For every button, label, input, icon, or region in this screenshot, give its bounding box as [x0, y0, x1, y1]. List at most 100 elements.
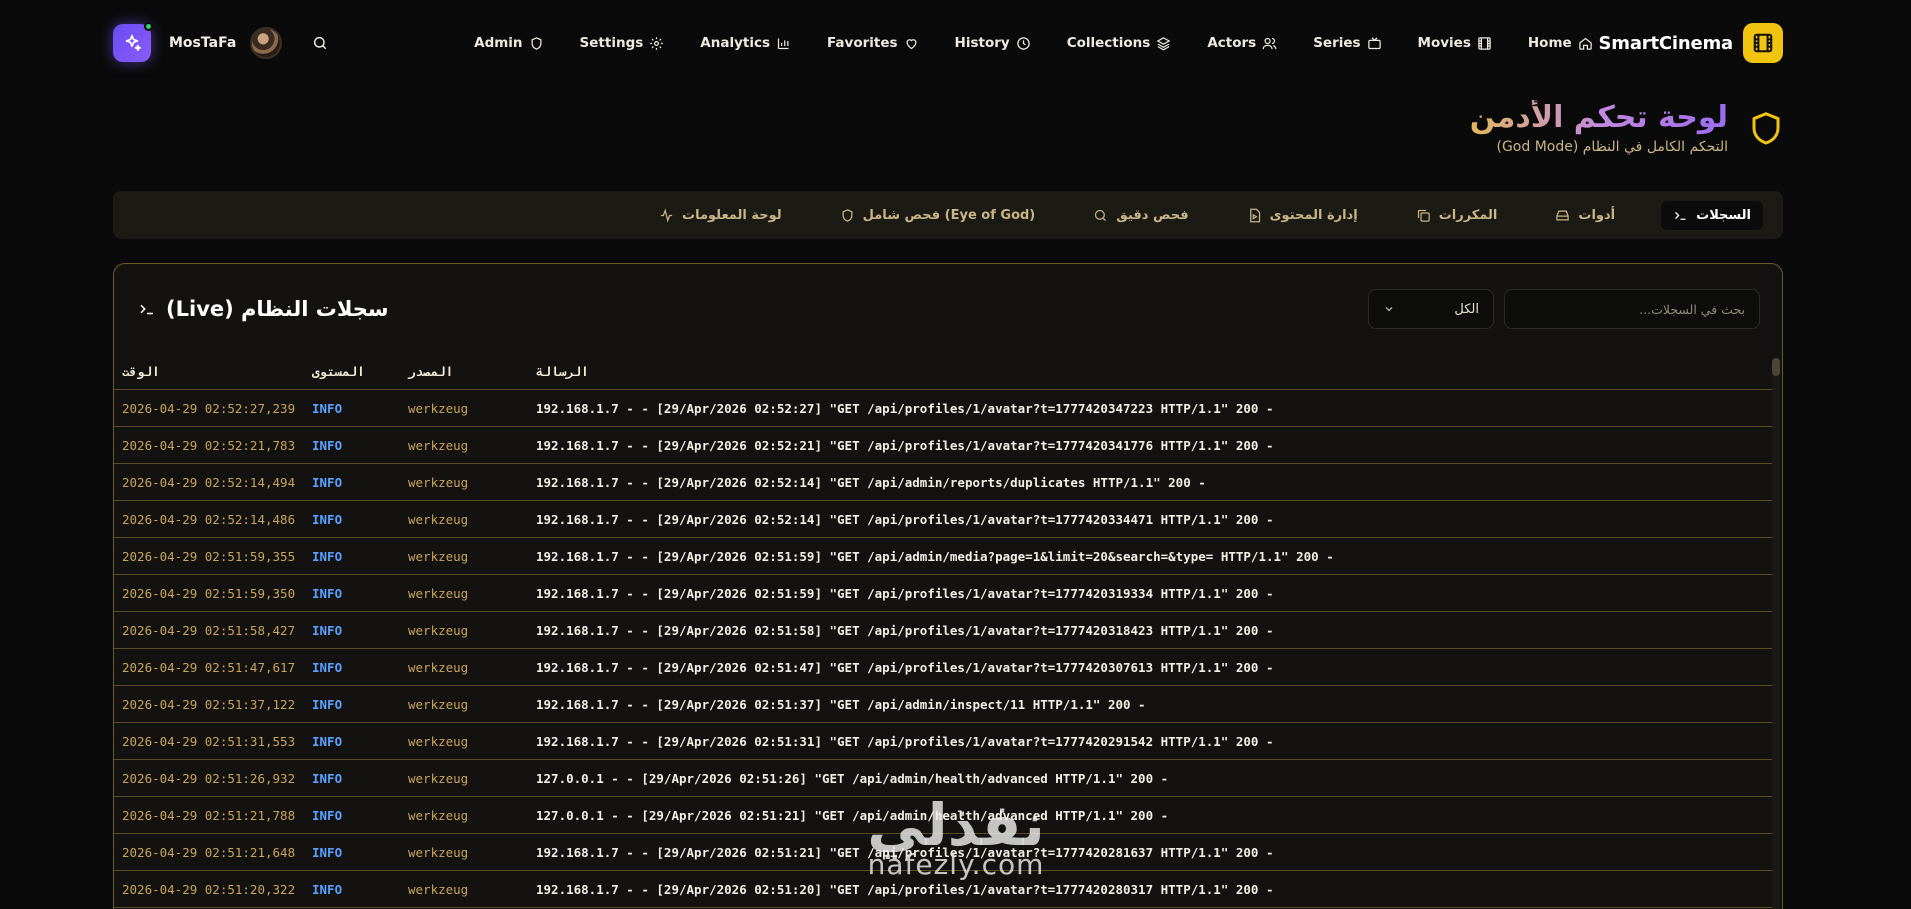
brand-logo: [1742, 23, 1783, 63]
terminal-icon: [1675, 211, 1686, 220]
avatar[interactable]: [250, 27, 283, 59]
table-row: 2026-04-29 02:51:26,932 INFO werkzeug 127.0…: [114, 760, 1774, 797]
log-message: 192.168.1.7 - - [29/Apr/2026 02:51:37] "…: [536, 696, 1146, 712]
log-message: 192.168.1.7 - - [29/Apr/2026 02:51:58] "…: [536, 622, 1274, 638]
tab-duplicates[interactable]: المكررات: [1404, 201, 1510, 230]
nav-item-label: Collections: [1066, 35, 1151, 51]
log-level: INFO: [312, 585, 343, 601]
activity-icon: [660, 207, 673, 223]
table-row: 2026-04-29 02:51:21,788 INFO werkzeug 127.0…: [114, 797, 1774, 834]
nav-item-favorites[interactable]: Favorites: [827, 35, 919, 51]
page-header: لوحة تحكم الأدمن التحكم الكامل في النظام…: [1470, 100, 1784, 155]
nav-item-movies[interactable]: Movies: [1418, 35, 1492, 51]
tab-eye-of-god[interactable]: فحص شامل (Eye of God): [828, 201, 1048, 230]
log-source: werkzeug: [408, 659, 469, 675]
table-row: 2026-04-29 02:51:21,648 INFO werkzeug 192.1…: [114, 834, 1774, 871]
film-icon: [1478, 36, 1491, 50]
nav-item-settings[interactable]: Settings: [580, 35, 665, 51]
nav-item-history[interactable]: History: [955, 35, 1031, 51]
table-row: 2026-04-29 02:52:14,494 INFO werkzeug 192.1…: [114, 464, 1774, 501]
shield-icon: [842, 208, 853, 222]
log-message: 192.168.1.7 - - [29/Apr/2026 02:51:59] "…: [536, 585, 1274, 601]
nav-item-label: Actors: [1207, 35, 1257, 51]
brand[interactable]: SmartCinema: [1599, 23, 1783, 63]
chevron-down-icon: [1385, 307, 1393, 312]
log-message: 127.0.0.1 - - [29/Apr/2026 02:51:26] "GE…: [536, 770, 1169, 786]
nav-item-label: Admin: [474, 35, 523, 51]
log-scrollbar[interactable]: [1772, 358, 1780, 909]
log-source: werkzeug: [408, 807, 469, 823]
tab-label: المكررات: [1438, 207, 1498, 223]
ai-assistant-button[interactable]: [113, 22, 153, 62]
log-source: werkzeug: [408, 770, 469, 786]
nav-item-actors[interactable]: Actors: [1207, 35, 1277, 51]
tab-tools[interactable]: أدوات: [1543, 201, 1627, 230]
nav-links: Admin Settings Analytics Favorites Histo…: [474, 35, 1593, 51]
log-time: 2026-04-29 02:51:37,122: [122, 696, 296, 712]
search-icon: [1095, 209, 1107, 221]
table-row: 2026-04-29 02:52:14,486 INFO werkzeug 192.1…: [114, 501, 1774, 538]
log-level: INFO: [312, 622, 343, 638]
home-icon: [1578, 37, 1592, 50]
log-message: 192.168.1.7 - - [29/Apr/2026 02:52:14] "…: [536, 511, 1274, 527]
column-header-time: الوقت: [122, 364, 160, 379]
panel-header: سجلات النظام (Live) الكل: [114, 264, 1782, 354]
tv-icon: [1367, 36, 1381, 49]
tab-detailed-scan[interactable]: فحص دقيق: [1081, 201, 1200, 230]
nav-item-label: Favorites: [827, 35, 898, 51]
table-row: 2026-04-29 02:51:59,355 INFO werkzeug 192.1…: [114, 538, 1774, 575]
terminal-icon: [140, 304, 153, 315]
log-source: werkzeug: [408, 548, 469, 564]
nav-item-collections[interactable]: Collections: [1067, 35, 1172, 51]
column-header-message: الرسالة: [536, 364, 589, 379]
log-source: werkzeug: [408, 585, 469, 601]
top-navbar: MosTaFa Admin Settings Analytics Favorit…: [113, 18, 1783, 68]
shield-icon: [531, 36, 542, 50]
log-level: INFO: [312, 881, 343, 897]
nav-item-admin[interactable]: Admin: [474, 35, 543, 51]
nav-item-label: Analytics: [700, 35, 770, 51]
scrollbar-thumb[interactable]: [1772, 358, 1780, 376]
table-row: 2026-04-29 02:51:47,617 INFO werkzeug 192.1…: [114, 649, 1774, 686]
log-time: 2026-04-29 02:51:21,648: [122, 844, 296, 860]
brand-name: SmartCinema: [1598, 32, 1734, 54]
users-icon: [1262, 37, 1277, 49]
clock-icon: [1016, 36, 1030, 50]
tab-label: فحص شامل (Eye of God): [862, 207, 1036, 223]
log-source: werkzeug: [408, 844, 469, 860]
shield-icon: [1748, 108, 1784, 152]
table-row: 2026-04-29 02:51:58,427 INFO werkzeug 192.1…: [114, 612, 1774, 649]
nav-item-analytics[interactable]: Analytics: [700, 35, 791, 51]
table-row: 2026-04-29 02:51:31,553 INFO werkzeug 192.1…: [114, 723, 1774, 760]
table-row: 2026-04-29 02:51:37,122 INFO werkzeug 192.1…: [114, 686, 1774, 723]
tab-label: فحص دقيق: [1116, 207, 1189, 223]
log-message: 192.168.1.7 - - [29/Apr/2026 02:51:21] "…: [536, 844, 1274, 860]
log-message: 192.168.1.7 - - [29/Apr/2026 02:52:27] "…: [536, 400, 1274, 416]
table-header-row: الوقت المستوى المصدر الرسالة: [114, 354, 1774, 390]
nav-item-home[interactable]: Home: [1528, 35, 1593, 51]
tab-label: إدارة المحتوى: [1269, 207, 1358, 223]
log-level: INFO: [312, 400, 343, 416]
log-message: 192.168.1.7 - - [29/Apr/2026 02:51:47] "…: [536, 659, 1274, 675]
log-level: INFO: [312, 770, 343, 786]
tab-logs[interactable]: السجلات: [1661, 200, 1763, 230]
panel-title: سجلات النظام (Live): [138, 297, 389, 321]
search-button[interactable]: [312, 35, 328, 51]
nav-item-label: Movies: [1417, 35, 1471, 51]
nav-item-series[interactable]: Series: [1313, 35, 1381, 51]
level-filter-value: الكل: [1454, 301, 1479, 317]
copy-icon: [1417, 209, 1430, 222]
log-time: 2026-04-29 02:51:26,932: [122, 770, 296, 786]
log-message: 192.168.1.7 - - [29/Apr/2026 02:52:21] "…: [536, 437, 1274, 453]
log-time: 2026-04-29 02:52:21,783: [122, 437, 296, 453]
log-search-input[interactable]: [1504, 289, 1760, 329]
panel-controls: الكل: [1368, 289, 1760, 329]
tab-label: السجلات: [1696, 207, 1751, 223]
nav-item-label: Home: [1527, 35, 1572, 51]
tab-dashboard[interactable]: لوحة المعلومات: [647, 201, 794, 230]
level-filter-select[interactable]: الكل: [1368, 289, 1494, 329]
log-level: INFO: [312, 807, 343, 823]
log-message: 192.168.1.7 - - [29/Apr/2026 02:51:59] "…: [536, 548, 1334, 564]
tab-content-management[interactable]: إدارة المحتوى: [1235, 201, 1370, 230]
log-level: INFO: [312, 437, 343, 453]
